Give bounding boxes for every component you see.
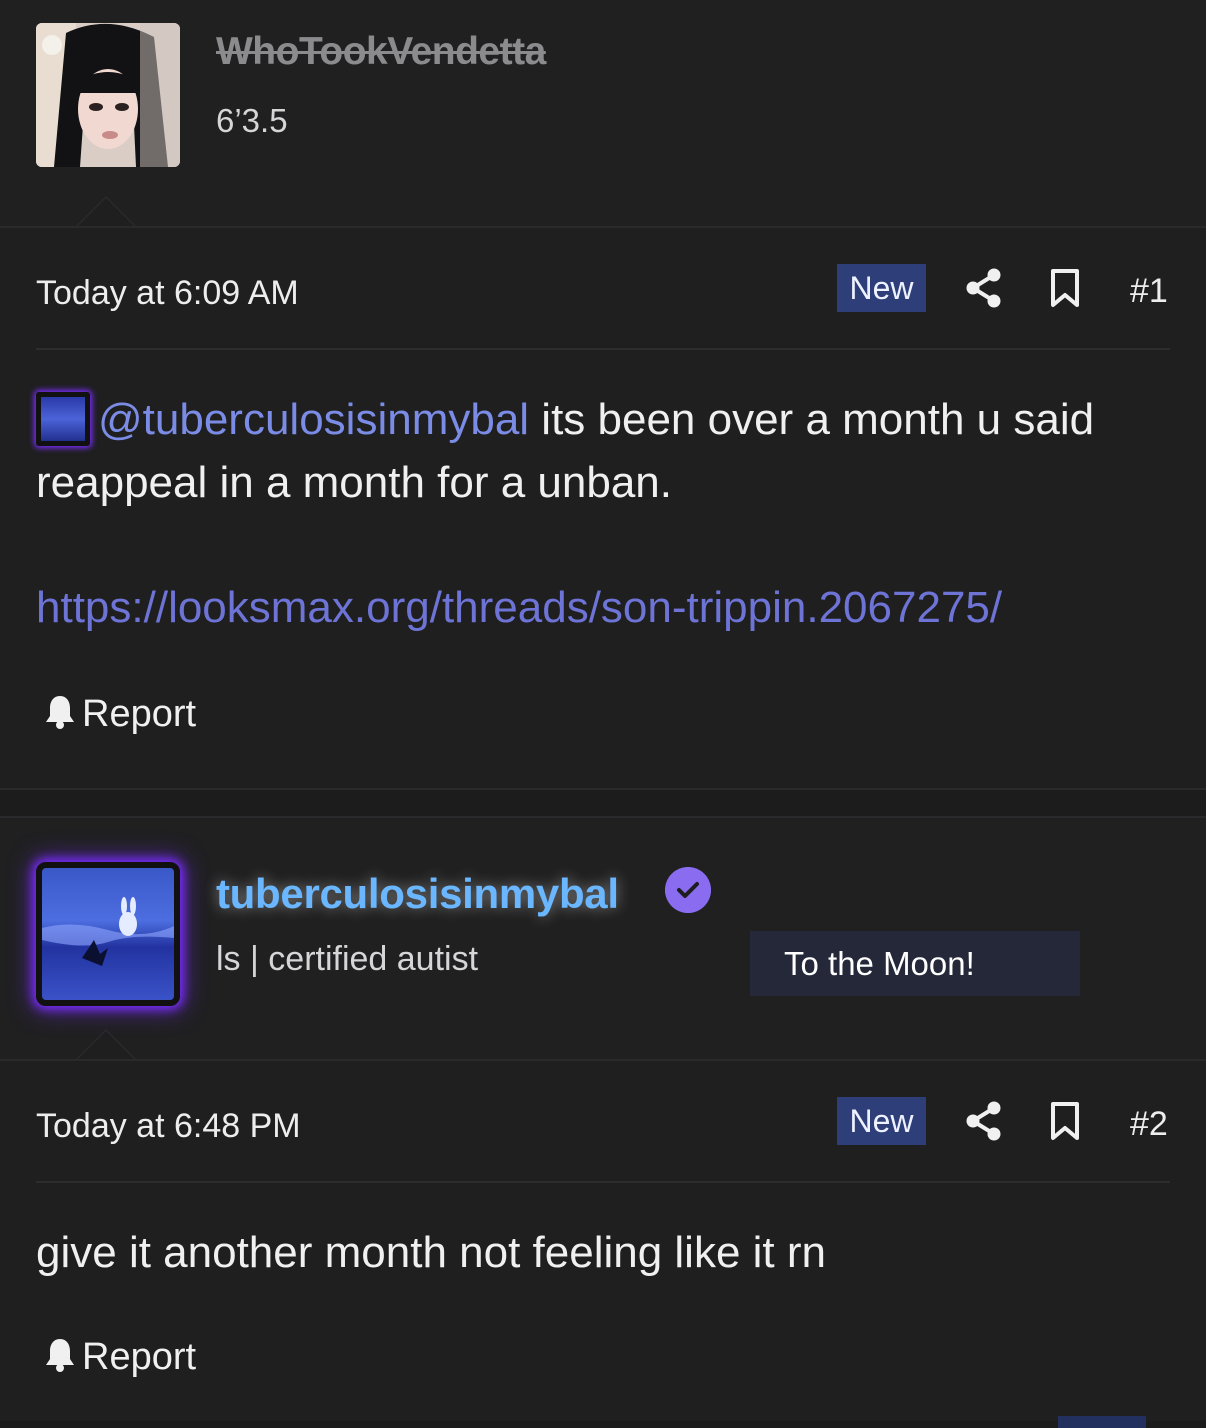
mention-avatar (36, 392, 90, 446)
bookmark-icon[interactable] (1050, 1101, 1080, 1141)
post-1-user-header: WhoTookVendetta 6’3.5 (0, 0, 1206, 226)
header-caret (76, 196, 136, 226)
post-2-meta: Today at 6:48 PM New #2 (36, 1097, 1170, 1157)
post-2-body: Today at 6:48 PM New #2 give it another … (0, 1059, 1206, 1421)
bell-icon (46, 1339, 74, 1372)
meta-divider (36, 348, 1170, 350)
meta-divider (36, 1181, 1170, 1183)
report-button[interactable]: Report (44, 1336, 196, 1379)
new-badge: New (837, 264, 926, 312)
share-icon[interactable] (966, 268, 1002, 308)
author-avatar[interactable] (36, 862, 180, 1006)
verified-check-icon (665, 867, 711, 913)
user-mention[interactable]: @tuberculosisinmybal (98, 395, 529, 444)
post-timestamp[interactable]: Today at 6:09 AM (36, 274, 299, 313)
author-avatar[interactable] (36, 23, 180, 167)
report-button[interactable]: Report (44, 693, 196, 736)
bookmark-icon[interactable] (1050, 268, 1080, 308)
author-user-title: ls | certified autist (216, 940, 479, 978)
post-message: @tuberculosisinmybal its been over a mon… (36, 388, 1146, 514)
post-1: WhoTookVendetta 6’3.5 Today at 6:09 AM N… (0, 0, 1206, 788)
user-banner: To the Moon! (750, 931, 1080, 996)
post-separator (0, 788, 1206, 818)
share-icon[interactable] (966, 1101, 1002, 1141)
author-username[interactable]: tuberculosisinmybal (216, 870, 619, 918)
report-label: Report (82, 1336, 197, 1378)
post-1-body: Today at 6:09 AM New #1 @tuberculosisinm… (0, 226, 1206, 788)
post-number[interactable]: #2 (1130, 1105, 1168, 1144)
post-timestamp[interactable]: Today at 6:48 PM (36, 1107, 301, 1146)
post-message: give it another month not feeling like i… (36, 1228, 827, 1277)
post-1-meta: Today at 6:09 AM New #1 (36, 264, 1170, 324)
post-number[interactable]: #1 (1130, 272, 1168, 311)
bell-icon (46, 696, 74, 729)
header-caret (76, 1029, 136, 1059)
thread-link[interactable]: https://looksmax.org/threads/son-trippin… (36, 583, 1002, 633)
new-badge: New (837, 1097, 926, 1145)
author-username[interactable]: WhoTookVendetta (216, 30, 546, 74)
author-user-title: 6’3.5 (216, 102, 288, 139)
report-label: Report (82, 693, 197, 735)
corner-decoration (1058, 1416, 1146, 1428)
